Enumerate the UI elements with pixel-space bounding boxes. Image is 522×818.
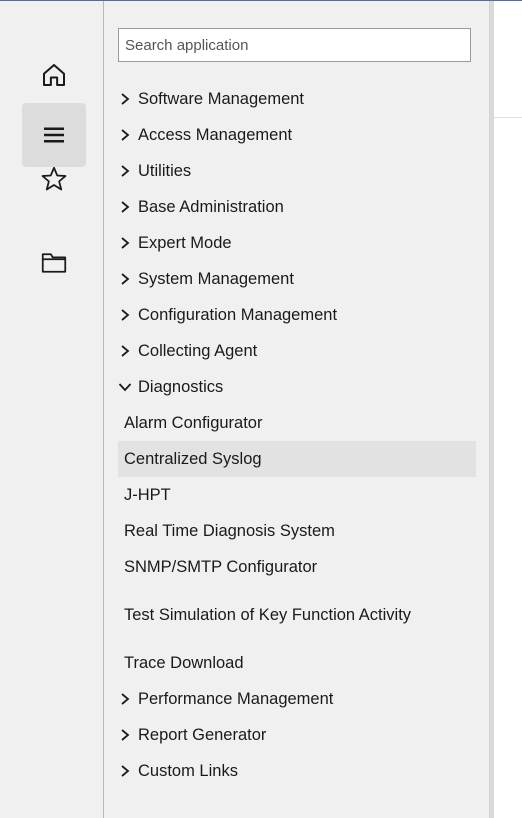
menu-item-diagnostics[interactable]: Diagnostics (118, 369, 476, 405)
menu-item-collecting-agent[interactable]: Collecting Agent (118, 333, 476, 369)
menu-item-label: Collecting Agent (138, 341, 258, 360)
menu-item-expert-mode[interactable]: Expert Mode (118, 225, 476, 261)
menu-item-system-management[interactable]: System Management (118, 261, 476, 297)
chevron-down-icon (118, 383, 132, 392)
menu-item-label: Diagnostics (138, 377, 224, 396)
menu-item-software-management[interactable]: Software Management (118, 81, 476, 117)
star-icon (41, 166, 67, 191)
submenu-item-label: Test Simulation of Key Function Activity (124, 605, 412, 624)
application-menu: Software Management Access Management Ut… (104, 1, 490, 818)
menu-item-label: Expert Mode (138, 233, 232, 252)
submenu-item-real-time-diagnosis-system[interactable]: Real Time Diagnosis System (118, 513, 476, 549)
menu-item-base-administration[interactable]: Base Administration (118, 189, 476, 225)
hamburger-menu-icon (44, 127, 64, 143)
chevron-right-icon (121, 729, 130, 741)
chevron-right-icon (121, 237, 130, 249)
submenu-item-label: Alarm Configurator (124, 413, 263, 432)
submenu-item-test-simulation[interactable]: Test Simulation of Key Function Activity (118, 585, 476, 645)
chevron-right-icon (121, 129, 130, 141)
chevron-right-icon (121, 165, 130, 177)
menu-item-label: Base Administration (138, 197, 284, 216)
submenu-item-centralized-syslog[interactable]: Centralized Syslog (118, 441, 476, 477)
submenu-item-label: Trace Download (124, 653, 244, 672)
favorites-button[interactable] (22, 147, 86, 211)
menu-item-label: Custom Links (138, 761, 238, 780)
menu-item-label: System Management (138, 269, 294, 288)
menu-item-report-generator[interactable]: Report Generator (118, 717, 476, 753)
menu-item-configuration-management[interactable]: Configuration Management (118, 297, 476, 333)
chevron-right-icon (121, 201, 130, 213)
chevron-right-icon (121, 765, 130, 777)
folder-button[interactable] (22, 231, 86, 295)
menu-item-label: Software Management (138, 89, 305, 108)
chevron-right-icon (121, 273, 130, 285)
home-button[interactable] (22, 43, 86, 107)
menu-item-label: Performance Management (138, 689, 334, 708)
submenu-item-label: Centralized Syslog (124, 449, 262, 468)
submenu-item-alarm-configurator[interactable]: Alarm Configurator (118, 405, 476, 441)
submenu-item-label: SNMP/SMTP Configurator (124, 557, 318, 576)
menu-item-custom-links[interactable]: Custom Links (118, 753, 476, 789)
app-window: Software Management Access Management Ut… (0, 0, 522, 818)
chevron-right-icon (121, 93, 130, 105)
search-input[interactable] (118, 28, 471, 62)
submenu-item-j-hpt[interactable]: J-HPT (118, 477, 476, 513)
menu-item-performance-management[interactable]: Performance Management (118, 681, 476, 717)
folder-icon (41, 253, 67, 273)
icon-rail (7, 1, 104, 818)
menu-item-access-management[interactable]: Access Management (118, 117, 476, 153)
chevron-right-icon (121, 345, 130, 357)
menu-item-utilities[interactable]: Utilities (118, 153, 476, 189)
submenu-item-snmp-smtp-configurator[interactable]: SNMP/SMTP Configurator (118, 549, 476, 585)
menu-item-label: Utilities (138, 161, 192, 180)
submenu-item-trace-download[interactable]: Trace Download (118, 645, 476, 681)
chevron-right-icon (121, 693, 130, 705)
menu-item-label: Report Generator (138, 725, 267, 744)
home-icon (43, 64, 65, 86)
submenu-item-label: J-HPT (124, 485, 171, 504)
content-header-divider (494, 117, 522, 118)
menu-tree: Software Management Access Management Ut… (118, 81, 476, 789)
submenu-item-label: Real Time Diagnosis System (124, 521, 335, 540)
menu-item-label: Access Management (138, 125, 293, 144)
chevron-right-icon (121, 309, 130, 321)
main-content-area (494, 1, 522, 818)
menu-item-label: Configuration Management (138, 305, 338, 324)
